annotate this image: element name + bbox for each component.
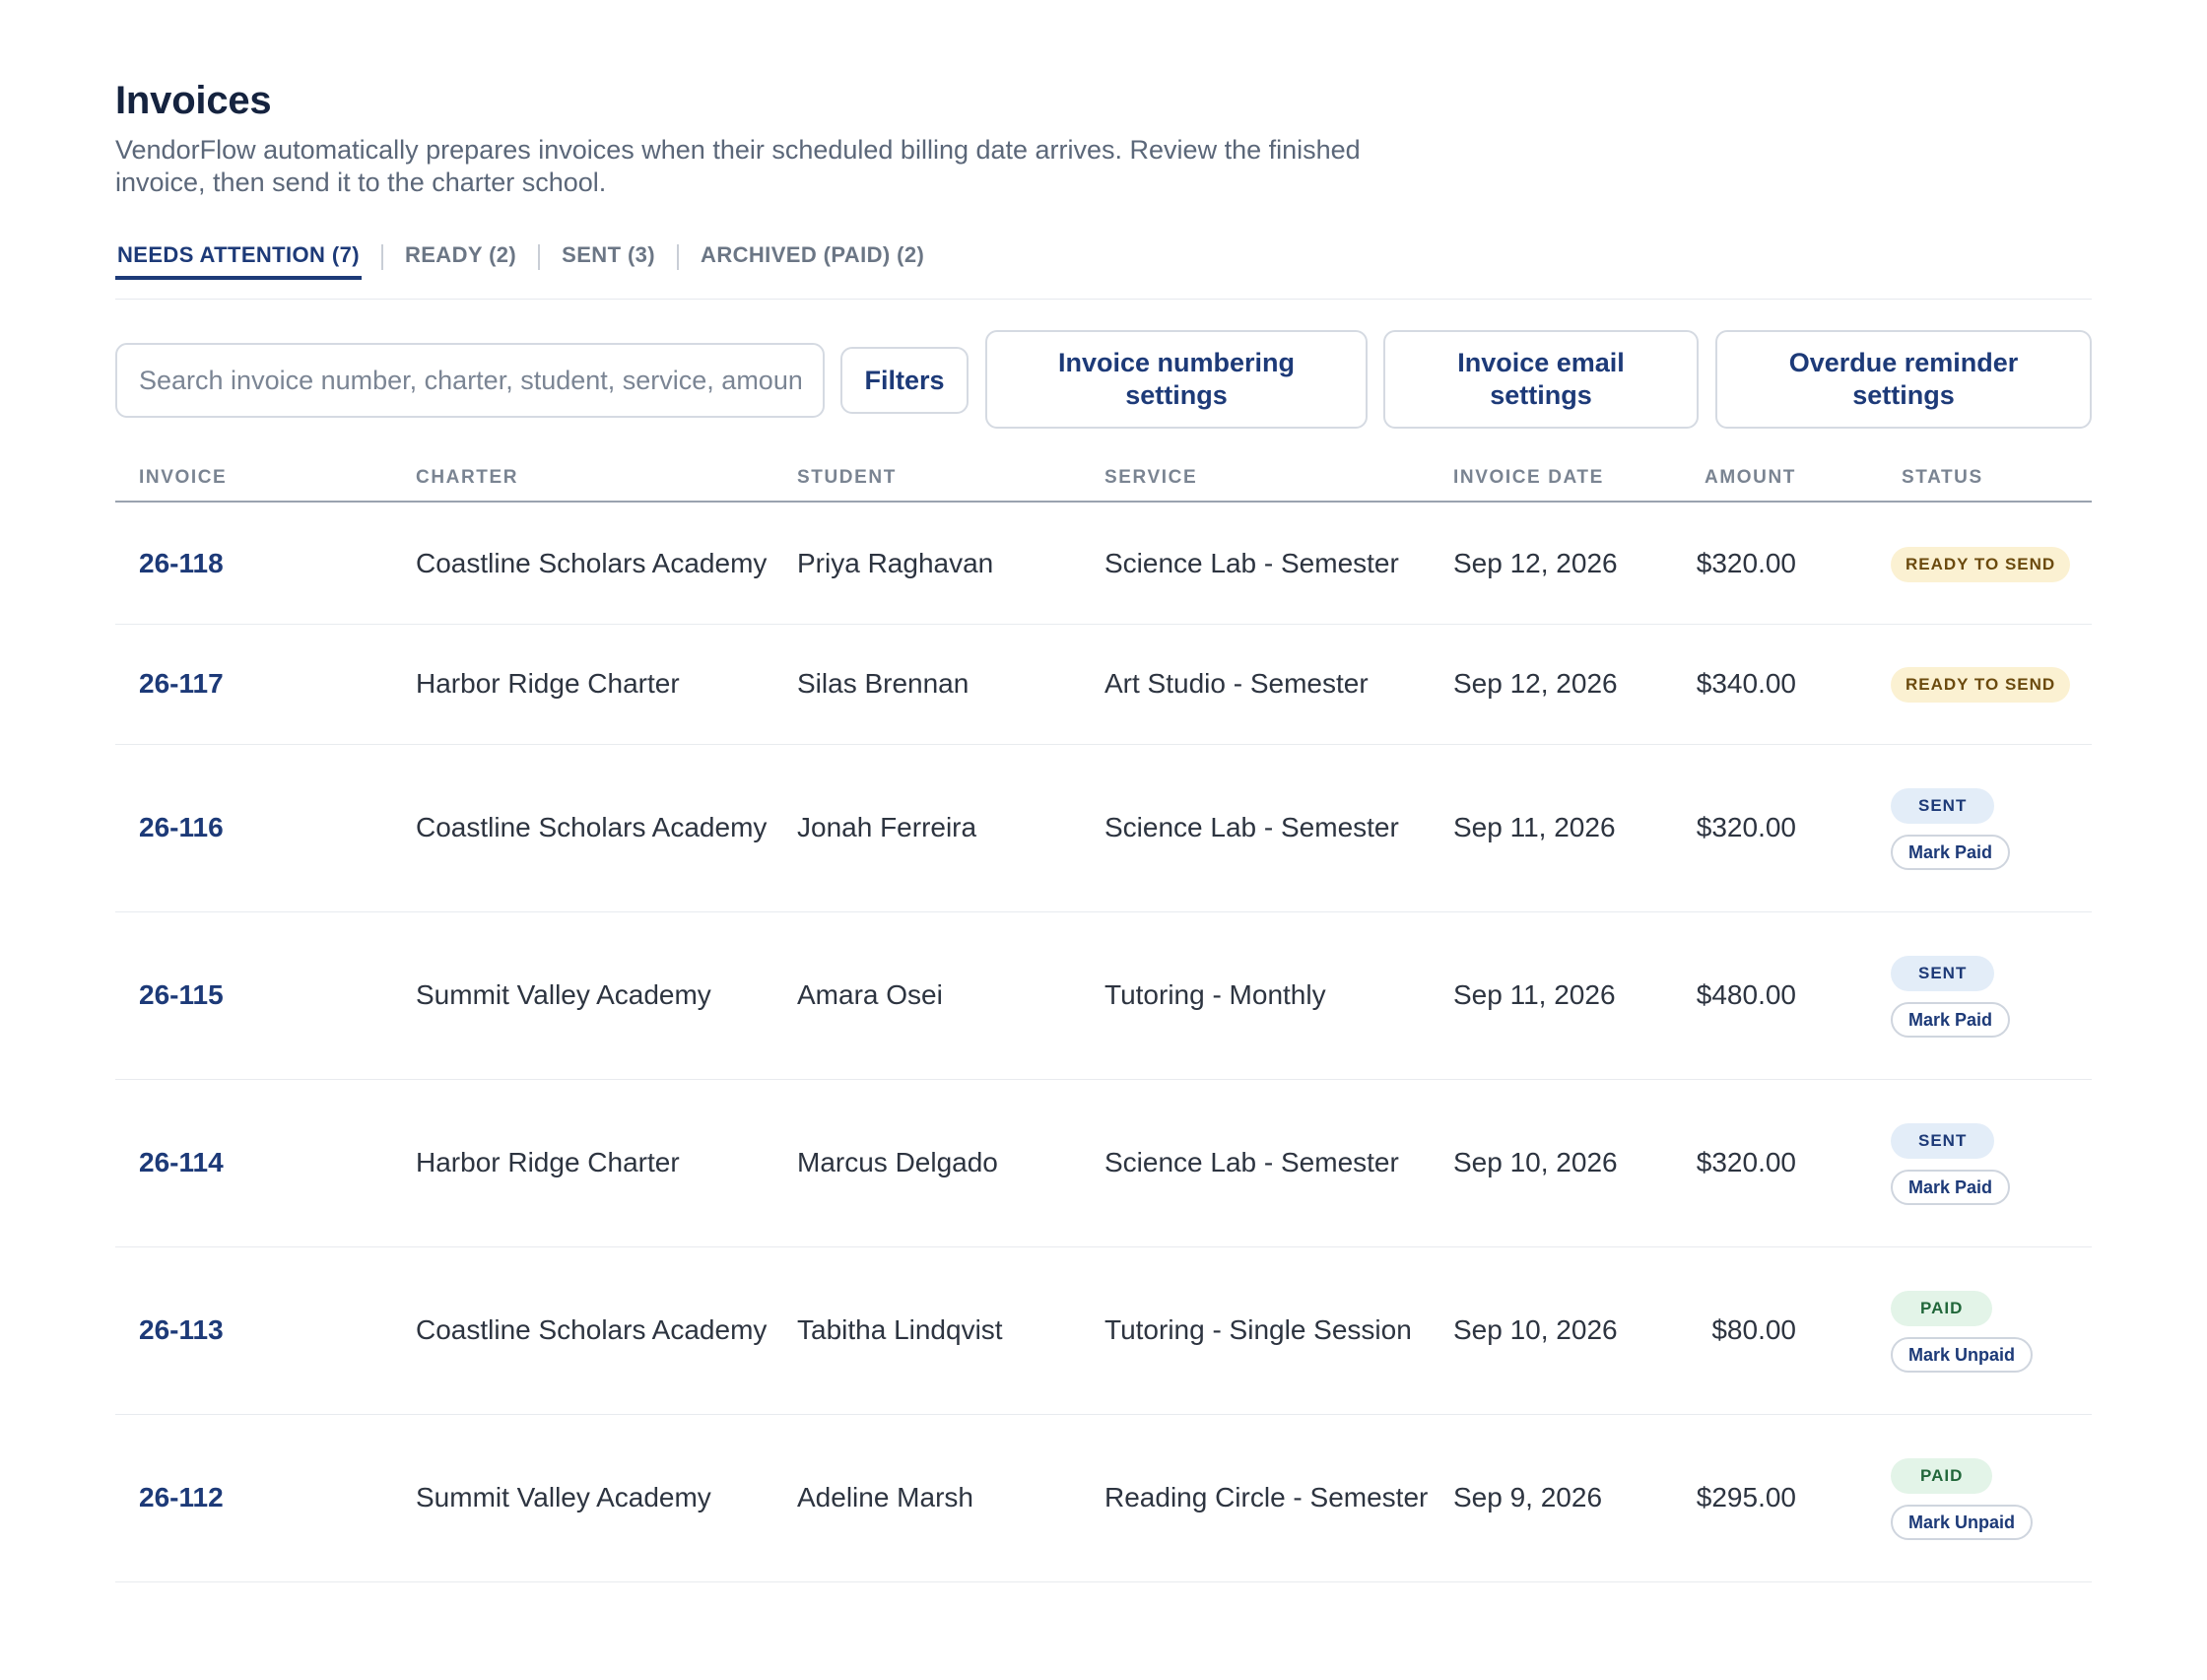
overdue-reminder-settings-button[interactable]: Overdue reminder settings [1715, 330, 2092, 429]
student-cell: Jonah Ferreira [797, 812, 977, 842]
status-cell: PAID Mark Unpaid [1891, 1458, 2034, 1540]
status-cell: SENT Mark Paid [1891, 1123, 2011, 1205]
table-row[interactable]: 26-115 Summit Valley Academy Amara Osei Tut… [115, 912, 2092, 1080]
charter-cell: Summit Valley Academy [416, 1482, 711, 1512]
table-row[interactable]: 26-113 Coastline Scholars Academy Tabitha … [115, 1247, 2092, 1415]
amount-cell: $295.00 [1696, 1482, 1796, 1512]
column-header-status[interactable]: STATUS [1902, 467, 1983, 489]
column-header-student[interactable]: STUDENT [797, 467, 897, 489]
table-row[interactable]: 26-114 Harbor Ridge Charter Marcus Delgado… [115, 1080, 2092, 1247]
invoice-number-link[interactable]: 26-112 [139, 1482, 224, 1513]
service-cell: Science Lab - Semester [1104, 548, 1399, 578]
invoice-date-cell: Sep 11, 2026 [1453, 979, 1616, 1010]
service-cell: Tutoring - Single Session [1104, 1314, 1412, 1345]
invoices-page: Invoices VendorFlow automatically prepar… [0, 0, 2207, 1680]
column-header-amount[interactable]: AMOUNT [1662, 467, 1796, 489]
status-badge: PAID [1891, 1291, 1993, 1326]
search-box [115, 343, 825, 418]
invoice-number-link[interactable]: 26-116 [139, 812, 224, 843]
invoice-date-cell: Sep 9, 2026 [1453, 1482, 1603, 1512]
table-header: INVOICE CHARTER STUDENT SERVICE INVOICE … [115, 463, 2092, 503]
tab-divider [538, 244, 541, 270]
amount-cell: $320.00 [1696, 1147, 1796, 1177]
status-badge: SENT [1891, 956, 1995, 991]
amount-cell: $480.00 [1696, 979, 1796, 1010]
table-row[interactable]: 26-116 Coastline Scholars Academy Jonah Fe… [115, 745, 2092, 912]
status-cell: SENT Mark Paid [1891, 956, 2011, 1038]
invoice-date-cell: Sep 11, 2026 [1453, 812, 1616, 842]
invoice-numbering-settings-button[interactable]: Invoice numbering settings [985, 330, 1368, 429]
invoice-number-link[interactable]: 26-113 [139, 1314, 224, 1346]
mark-paid-button[interactable]: Mark Paid [1891, 1002, 2011, 1038]
amount-cell: $80.00 [1711, 1314, 1796, 1345]
amount-cell: $320.00 [1696, 548, 1796, 578]
status-badge: READY TO SEND [1891, 547, 2071, 582]
status-cell: READY TO SEND [1891, 667, 2071, 703]
charter-cell: Summit Valley Academy [416, 979, 711, 1010]
tab-divider [380, 244, 383, 270]
student-cell: Marcus Delgado [797, 1147, 998, 1177]
filters-button[interactable]: Filters [840, 347, 969, 414]
search-input[interactable] [139, 365, 801, 396]
column-header-charter[interactable]: CHARTER [416, 467, 518, 489]
charter-cell: Coastline Scholars Academy [416, 548, 768, 578]
invoice-number-link[interactable]: 26-117 [139, 668, 224, 700]
table-row[interactable]: 26-117 Harbor Ridge Charter Silas Brennan A… [115, 625, 2092, 745]
student-cell: Amara Osei [797, 979, 943, 1010]
status-badge: SENT [1891, 788, 1995, 824]
tab-archived[interactable]: ARCHIVED (PAID) (2) [699, 240, 926, 280]
status-badge: PAID [1891, 1458, 1993, 1494]
amount-cell: $340.00 [1696, 668, 1796, 699]
mark-paid-button[interactable]: Mark Paid [1891, 1170, 2011, 1205]
tab-sent[interactable]: SENT (3) [560, 240, 657, 280]
service-cell: Science Lab - Semester [1104, 1147, 1399, 1177]
status-cell: READY TO SEND [1891, 547, 2071, 582]
status-cell: PAID Mark Unpaid [1891, 1291, 2034, 1373]
student-cell: Adeline Marsh [797, 1482, 973, 1512]
table-row[interactable]: 26-112 Summit Valley Academy Adeline Marsh… [115, 1415, 2092, 1582]
invoice-number-link[interactable]: 26-115 [139, 979, 224, 1011]
service-cell: Reading Circle - Semester [1104, 1482, 1429, 1512]
service-cell: Art Studio - Semester [1104, 668, 1369, 699]
service-cell: Science Lab - Semester [1104, 812, 1399, 842]
column-header-invoice-date[interactable]: INVOICE DATE [1453, 467, 1604, 489]
column-header-invoice[interactable]: INVOICE [139, 467, 227, 489]
mark-paid-button[interactable]: Mark Paid [1891, 835, 2011, 870]
student-cell: Silas Brennan [797, 668, 970, 699]
status-badge: SENT [1891, 1123, 1995, 1159]
status-cell: SENT Mark Paid [1891, 788, 2011, 870]
tab-divider [677, 244, 680, 270]
service-cell: Tutoring - Monthly [1104, 979, 1326, 1010]
student-cell: Priya Raghavan [797, 548, 994, 578]
status-badge: READY TO SEND [1891, 667, 2071, 703]
column-header-service[interactable]: SERVICE [1104, 467, 1197, 489]
tab-ready[interactable]: READY (2) [403, 240, 518, 280]
invoice-number-link[interactable]: 26-114 [139, 1147, 224, 1178]
tab-needs-attention[interactable]: NEEDS ATTENTION (7) [115, 240, 362, 280]
charter-cell: Coastline Scholars Academy [416, 1314, 768, 1345]
amount-cell: $320.00 [1696, 812, 1796, 842]
page-subtitle: VendorFlow automatically prepares invoic… [115, 135, 1361, 197]
charter-cell: Harbor Ridge Charter [416, 1147, 680, 1177]
invoice-email-settings-button[interactable]: Invoice email settings [1383, 330, 1699, 429]
mark-unpaid-button[interactable]: Mark Unpaid [1891, 1337, 2034, 1373]
table-row[interactable]: 26-118 Coastline Scholars Academy Priya Ra… [115, 504, 2092, 625]
mark-unpaid-button[interactable]: Mark Unpaid [1891, 1505, 2034, 1540]
charter-cell: Harbor Ridge Charter [416, 668, 680, 699]
page-title: Invoices [115, 79, 272, 122]
charter-cell: Coastline Scholars Academy [416, 812, 768, 842]
invoice-number-link[interactable]: 26-118 [139, 548, 224, 579]
student-cell: Tabitha Lindqvist [797, 1314, 1003, 1345]
tab-bar: NEEDS ATTENTION (7) READY (2) SENT (3) A… [115, 240, 2092, 300]
